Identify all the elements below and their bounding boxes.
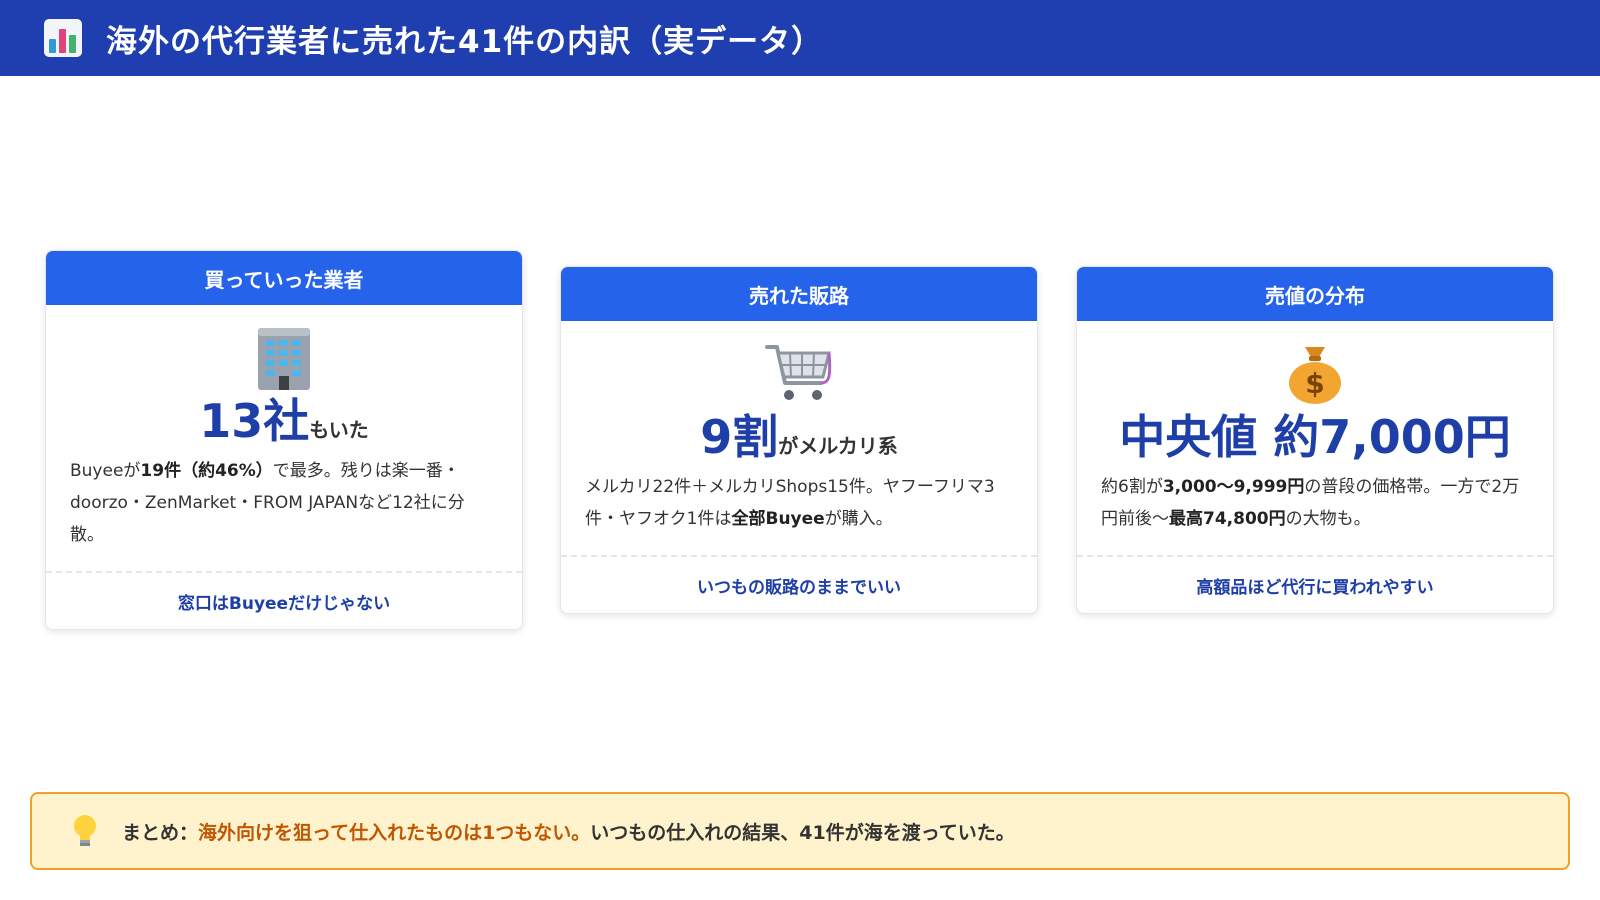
summary-box: まとめ： 海外向けを狙って仕入れたものは1つもない。 いつもの仕入れの結果、41件が… [30,792,1570,870]
card-price-distribution: 売値の分布 $ 中央値 約7,000円 約6割が3,000〜9,999円の普段の… [1076,266,1554,614]
desc-bold: 3,000〜9,999円 [1162,477,1305,498]
big-value: 中央値 約7,000円 [1119,410,1511,464]
office-building-icon [250,325,318,391]
page-title: 海外の代行業者に売れた41件の内訳（実データ） [106,23,824,60]
shopping-cart-icon [765,341,833,407]
desc-bold: 19件（約46%） [140,461,273,482]
bar-chart-icon [44,19,82,57]
desc-text: が購入。 [824,509,893,530]
big-suffix: がメルカリ系 [778,434,898,458]
card-channels: 売れた販路 9割がメルカリ系 メルカリ22件＋メルカリShops15件。ヤフーフ… [560,266,1038,614]
card-title: 買っていった業者 [46,251,522,305]
desc-text: Buyeeが [70,461,141,482]
card-buyers: 買っていった業者 13社もいた Buyeeが19件（約46%）で最多。残りは楽一… [45,250,523,630]
big-suffix: もいた [309,418,369,442]
desc-bold: 全部Buyee [731,509,825,530]
card-footer: 窓口はBuyeeだけじゃない [46,571,522,629]
summary-text: いつもの仕入れの結果、41件が海を渡っていた。 [590,821,1015,844]
big-value: 9割 [700,410,779,464]
card-description: 約6割が3,000〜9,999円の普段の価格帯。一方で2万円前後〜最高74,80… [1101,471,1529,535]
card-title: 売値の分布 [1077,267,1553,321]
card-footer: いつもの販路のままでいい [561,555,1037,613]
money-bag-icon: $ [1281,341,1349,407]
card-description: メルカリ22件＋メルカリShops15件。ヤフーフリマ3件・ヤフオク1件は全部B… [585,471,1013,535]
card-description: Buyeeが19件（約46%）で最多。残りは楽一番・doorzo・ZenMark… [70,455,498,551]
card-title: 売れた販路 [561,267,1037,321]
desc-bold: 最高74,800円 [1169,509,1286,530]
summary-highlight: 海外向けを狙って仕入れたものは1つもない。 [198,821,591,844]
desc-text: の大物も。 [1285,509,1371,530]
summary-label: まとめ： [122,821,199,844]
page-header: 海外の代行業者に売れた41件の内訳（実データ） [0,0,1600,76]
svg-text:$: $ [1305,367,1324,400]
desc-text: 約6割が [1101,477,1163,498]
big-value: 13社 [199,394,310,448]
card-footer: 高額品ほど代行に買われやすい [1077,555,1553,613]
light-bulb-icon [72,814,98,848]
